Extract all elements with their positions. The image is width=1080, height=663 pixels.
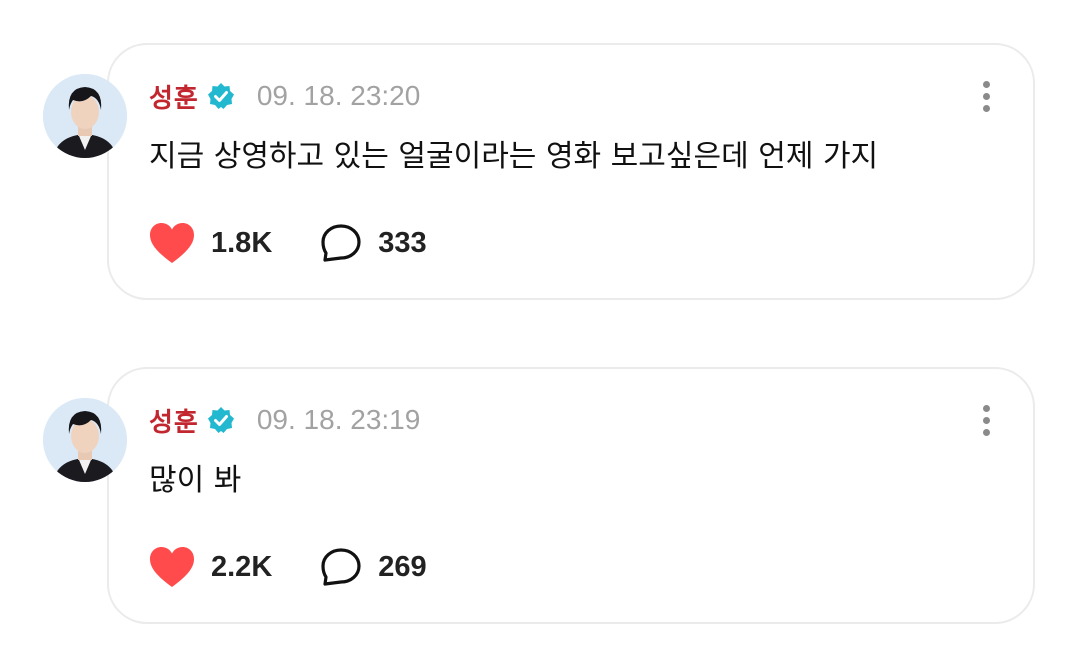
avatar[interactable] [43,74,127,158]
post-card[interactable]: 성훈 09. 18. 23:20 지금 상영하고 있는 얼굴이라는 영화 보고싶… [43,43,1035,300]
post-actions: 2.2K 269 [149,545,427,589]
like-count: 2.2K [211,550,273,583]
post-timestamp: 09. 18. 23:20 [256,80,421,111]
heart-icon[interactable] [149,546,195,588]
comment-count: 269 [378,550,427,583]
more-vertical-icon[interactable] [981,81,991,113]
comment-bubble-icon[interactable] [320,547,362,587]
heart-icon[interactable] [149,222,195,264]
author-name[interactable]: 성훈 [149,78,199,115]
post-card[interactable]: 성훈 09. 18. 23:19 많이 봐 2.2K 269 [43,367,1035,624]
comment-button[interactable]: 269 [320,547,427,587]
like-button[interactable]: 1.8K [149,222,272,264]
post-timestamp: 09. 18. 23:19 [256,404,421,435]
verified-badge-icon [207,82,235,110]
like-button[interactable]: 2.2K [149,546,272,588]
comment-count: 333 [378,226,427,259]
post-text: 지금 상영하고 있는 얼굴이라는 영화 보고싶은데 언제 가지 [149,139,879,174]
avatar[interactable] [43,398,127,482]
verified-badge-icon [207,406,235,434]
post-text: 많이 봐 [149,463,242,498]
more-vertical-icon[interactable] [981,405,991,437]
comment-button[interactable]: 333 [320,223,427,263]
comment-bubble-icon[interactable] [320,223,362,263]
post-actions: 1.8K 333 [149,221,427,265]
like-count: 1.8K [211,226,273,259]
author-name[interactable]: 성훈 [149,402,199,439]
